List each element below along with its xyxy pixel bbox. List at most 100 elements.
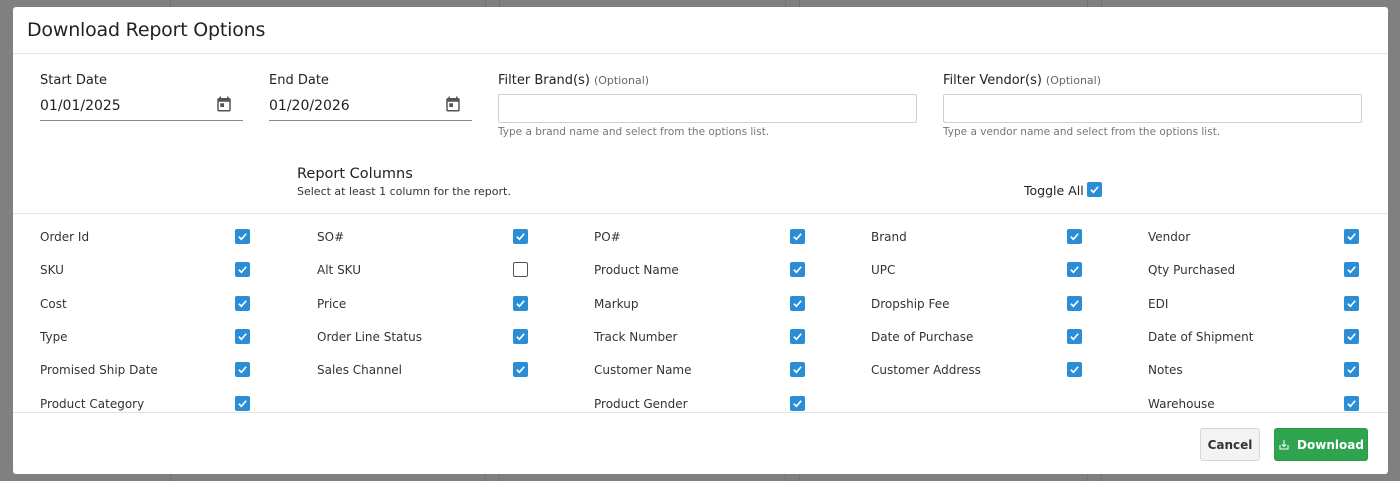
report-column-checkbox[interactable] [513,262,528,277]
report-column-label: Qty Purchased [1148,263,1236,277]
checkmark-icon [1347,333,1356,341]
report-column-label: UPC [871,263,896,277]
report-column-label: Date of Shipment [1148,330,1254,344]
checkmark-icon [793,266,802,274]
report-columns-grid: Order Id SKU Cost Type Promised Ship Date Pro… [13,213,1388,413]
report-column-label: Order Line Status [317,330,422,344]
report-column-checkbox[interactable] [790,329,805,344]
report-column-checkbox[interactable] [1067,262,1082,277]
dialog-title: Download Report Options [27,19,266,41]
report-column-label: Vendor [1148,230,1191,244]
report-column-label: Markup [594,297,639,311]
report-column-checkbox[interactable] [1344,396,1359,411]
checkmark-icon [1347,266,1356,274]
end-date-value: 01/20/2026 [269,98,350,114]
download-report-dialog: Download Report Options Start Date 01/01… [13,7,1388,474]
filter-brand-label: Filter Brand(s) (Optional) [498,73,649,88]
report-column-checkbox[interactable] [1344,296,1359,311]
report-column-label: Warehouse [1148,397,1215,411]
report-column-checkbox[interactable] [513,229,528,244]
report-column-label: EDI [1148,297,1169,311]
toggle-all-checkbox[interactable] [1087,182,1102,197]
report-column-checkbox[interactable] [1067,362,1082,377]
checkmark-icon [793,300,802,308]
checkmark-icon [516,333,525,341]
report-column-checkbox[interactable] [513,329,528,344]
end-date-field[interactable]: 01/20/2026 [269,93,472,121]
filter-brand-hint: Type a brand name and select from the op… [498,126,770,138]
calendar-icon[interactable] [444,95,462,113]
filter-vendor-optional: (Optional) [1045,74,1102,87]
checkmark-icon [238,300,247,308]
report-column-checkbox[interactable] [790,362,805,377]
report-column-label: Track Number [594,330,678,344]
calendar-icon[interactable] [215,95,233,113]
checkmark-icon [1070,266,1079,274]
filter-brand-optional: (Optional) [593,74,650,87]
checkmark-icon [516,233,525,241]
checkmark-icon [238,266,247,274]
download-icon [1279,439,1289,449]
report-column-checkbox[interactable] [790,229,805,244]
report-column-label: Order Id [40,230,90,244]
toggle-all-label: Toggle All [1024,183,1084,198]
report-column-checkbox[interactable] [1344,229,1359,244]
report-column-checkbox[interactable] [790,396,805,411]
report-column-label: Sales Channel [317,363,403,377]
report-column-checkbox[interactable] [1344,262,1359,277]
checkmark-icon [238,233,247,241]
start-date-field[interactable]: 01/01/2025 [40,93,243,121]
report-column-checkbox[interactable] [790,296,805,311]
checkmark-icon [1347,233,1356,241]
checkmark-icon [1070,333,1079,341]
report-column-label: Alt SKU [317,263,362,277]
filter-vendor-label-text: Filter Vendor(s) [943,73,1042,88]
checkmark-icon [1347,400,1356,408]
report-column-checkbox[interactable] [1344,329,1359,344]
checkmark-icon [793,366,802,374]
report-column-label: Product Gender [594,397,688,411]
report-column-checkbox[interactable] [235,296,250,311]
report-column-checkbox[interactable] [513,362,528,377]
report-column-label: Date of Purchase [871,330,974,344]
report-column-label: Brand [871,230,907,244]
report-column-checkbox[interactable] [1344,362,1359,377]
report-column-checkbox[interactable] [235,262,250,277]
report-column-label: Customer Address [871,363,981,377]
dialog-header: Download Report Options [13,7,1388,54]
download-button-label: Download [1297,437,1364,452]
report-column-label: Type [40,330,68,344]
report-column-label: Price [317,297,347,311]
checkmark-icon [1070,366,1079,374]
report-columns-subtitle: Select at least 1 column for the report. [297,185,511,198]
cancel-button[interactable]: Cancel [1200,428,1260,461]
filter-vendor-input[interactable] [943,94,1362,123]
checkmark-icon [1347,300,1356,308]
report-column-checkbox[interactable] [235,329,250,344]
checkmark-icon [516,366,525,374]
report-column-checkbox[interactable] [1067,329,1082,344]
report-column-label: Product Category [40,397,145,411]
report-column-label: Dropship Fee [871,297,950,311]
report-column-label: SO# [317,230,345,244]
report-column-checkbox[interactable] [513,296,528,311]
checkmark-icon [1070,233,1079,241]
end-date-label: End Date [269,73,329,88]
checkmark-icon [238,400,247,408]
checkmark-icon [1347,366,1356,374]
filter-vendor-hint: Type a vendor name and select from the o… [943,126,1221,138]
filter-brand-input[interactable] [498,94,917,123]
report-column-checkbox[interactable] [790,262,805,277]
report-column-checkbox[interactable] [235,229,250,244]
report-columns-title: Report Columns [297,166,413,182]
checkmark-icon [238,333,247,341]
report-column-checkbox[interactable] [1067,296,1082,311]
download-button[interactable]: Download [1274,428,1368,461]
report-column-checkbox[interactable] [1067,229,1082,244]
cancel-button-label: Cancel [1207,437,1253,452]
checkmark-icon [793,333,802,341]
checkmark-icon [1090,186,1099,194]
report-column-checkbox[interactable] [235,396,250,411]
report-column-label: Notes [1148,363,1183,377]
report-column-checkbox[interactable] [235,362,250,377]
